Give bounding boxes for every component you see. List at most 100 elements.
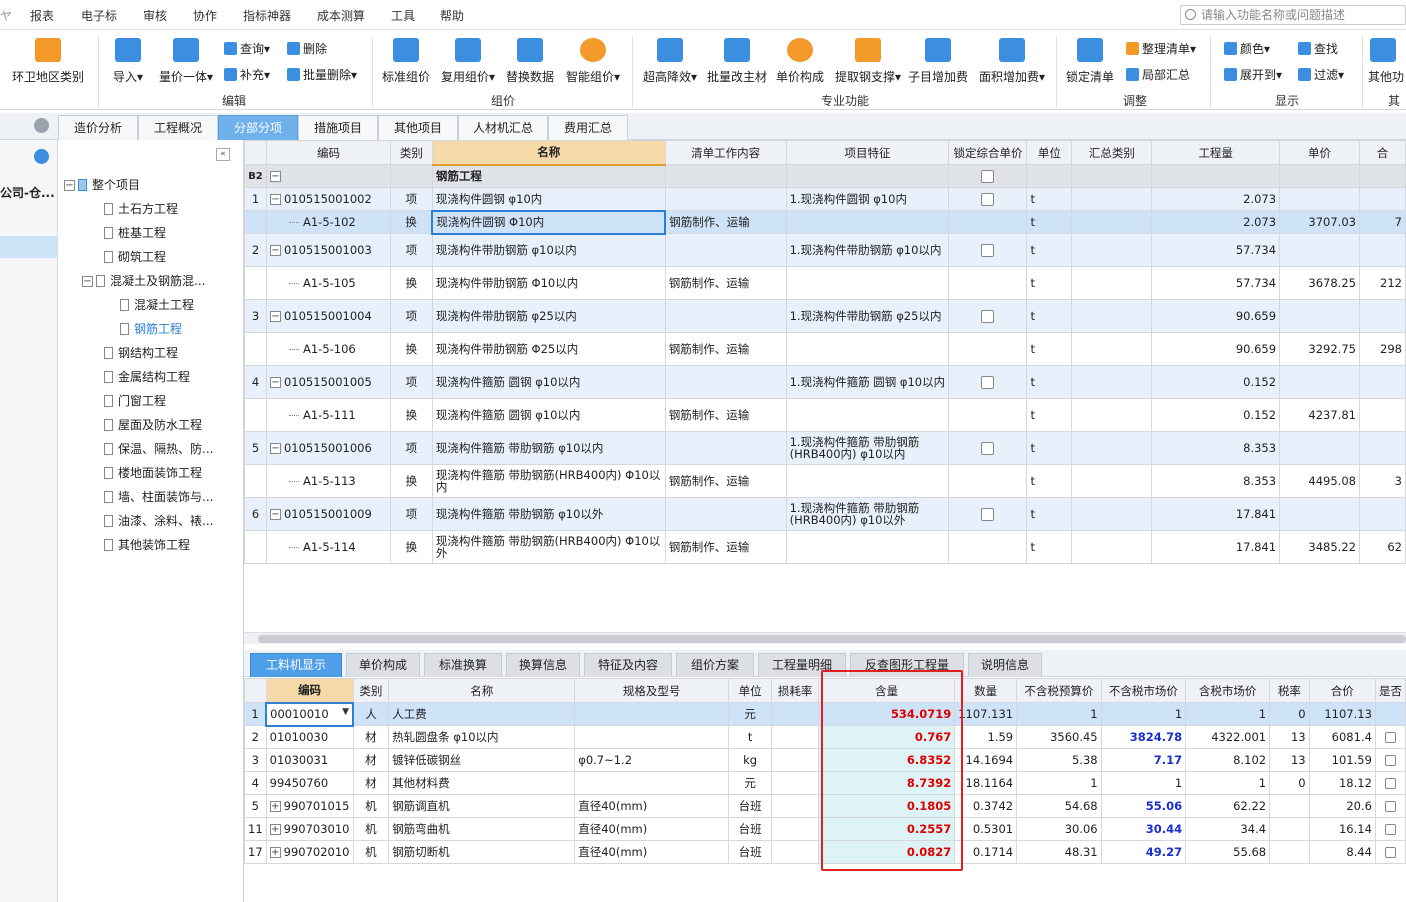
material-row[interactable]: 11 +990703010 机钢筋弯曲机 直径40(mm) 台班 0.2557 0.5301… bbox=[244, 817, 1406, 841]
unit-price-cell[interactable] bbox=[1279, 497, 1360, 531]
list-item-row[interactable]: 3−010515001004 项现浇构件带肋钢筋 φ25以内 1.现浇构件带肋钢筋 … bbox=[244, 299, 1406, 333]
pre-tax-market-cell[interactable]: 3824.78 bbox=[1100, 725, 1187, 749]
header-type[interactable]: 类别 bbox=[389, 140, 433, 165]
tree-item[interactable]: 金属结构工程 bbox=[104, 368, 190, 385]
summary-type-cell[interactable] bbox=[1071, 233, 1153, 267]
collapse-panel-button[interactable]: « bbox=[216, 148, 230, 161]
total-cell[interactable] bbox=[1358, 187, 1406, 211]
name-cell[interactable]: 现浇构件箍筋 带肋钢筋 φ10以外 bbox=[431, 497, 666, 531]
work-content-cell[interactable] bbox=[664, 187, 787, 211]
summary-type-cell[interactable] bbox=[1071, 299, 1153, 333]
lock-price-cell[interactable] bbox=[948, 233, 1028, 267]
unit-cell[interactable]: t bbox=[1026, 530, 1073, 564]
header-quantity[interactable]: 工程量 bbox=[1151, 140, 1281, 165]
header-total[interactable]: 合价 bbox=[1308, 678, 1376, 703]
header-lock-price[interactable]: 锁定综合单价 bbox=[948, 140, 1028, 165]
work-content-cell[interactable]: 钢筋制作、运输 bbox=[664, 530, 787, 564]
type-cell[interactable]: 项 bbox=[389, 497, 433, 531]
type-cell[interactable]: 机 bbox=[352, 840, 390, 864]
tab-quantity-detail[interactable]: 工程量明细 bbox=[758, 653, 846, 677]
total-cell[interactable] bbox=[1358, 497, 1406, 531]
total-cell[interactable]: 1107.13 bbox=[1308, 702, 1376, 726]
flag-checkbox[interactable] bbox=[1384, 732, 1396, 743]
menu-item-help[interactable]: 帮助 bbox=[440, 7, 464, 24]
replace-data-button[interactable]: 替换数据 bbox=[504, 38, 556, 85]
organize-list-button[interactable]: 整理清单▾ bbox=[1126, 40, 1196, 57]
pre-tax-market-cell[interactable]: 55.06 bbox=[1100, 794, 1187, 818]
total-cell[interactable]: 212 bbox=[1358, 266, 1406, 300]
tab-unit-composition[interactable]: 单价构成 bbox=[346, 653, 420, 677]
collapse-icon[interactable]: − bbox=[269, 311, 281, 322]
flag-checkbox[interactable] bbox=[1384, 824, 1396, 835]
header-code[interactable]: 编码 bbox=[265, 678, 354, 703]
menu-item-audit[interactable]: 审核 bbox=[143, 7, 167, 24]
list-item-row[interactable]: 4−010515001005 项现浇构件箍筋 圆钢 φ10以内 1.现浇构件箍筋 圆… bbox=[244, 365, 1406, 399]
area-add-fee-button[interactable]: 面积增加费▾ bbox=[976, 38, 1048, 85]
header-total[interactable]: 合 bbox=[1358, 140, 1406, 165]
material-row[interactable]: 17 +990702010 机钢筋切断机 直径40(mm) 台班 0.0827 0.1714… bbox=[244, 840, 1406, 864]
tax-market-cell[interactable]: 4322.001 bbox=[1185, 725, 1271, 749]
summary-type-cell[interactable] bbox=[1071, 431, 1153, 465]
tree-item[interactable]: 墙、柱面装饰与... bbox=[104, 488, 213, 505]
tax-market-cell[interactable]: 55.68 bbox=[1185, 840, 1271, 864]
tax-market-cell[interactable]: 34.4 bbox=[1185, 817, 1271, 841]
lock-price-cell[interactable] bbox=[948, 431, 1028, 465]
tree-root[interactable]: − 整个项目 bbox=[64, 176, 140, 193]
tree-item[interactable]: 楼地面装饰工程 bbox=[104, 464, 202, 481]
material-row[interactable]: 5 +990701015 机钢筋调直机 直径40(mm) 台班 0.1805 0.3742 5… bbox=[244, 794, 1406, 818]
code-cell[interactable]: 01010030 bbox=[265, 725, 354, 749]
type-cell[interactable]: 项 bbox=[389, 233, 433, 267]
tax-rate-cell[interactable]: 13 bbox=[1269, 748, 1310, 772]
lock-checkbox[interactable] bbox=[981, 244, 995, 257]
quantity-cell[interactable]: 18.1164 bbox=[954, 771, 1018, 795]
feature-cell[interactable]: 1.现浇构件圆钢 φ10内 bbox=[785, 187, 950, 211]
code-cell[interactable]: A1-5-111 bbox=[265, 398, 391, 432]
quantity-cell[interactable]: 90.659 bbox=[1151, 299, 1281, 333]
menu-item-cost-calc[interactable]: 成本测算 bbox=[317, 7, 365, 24]
search-input[interactable]: 请输入功能名称或问题描述 bbox=[1180, 5, 1406, 25]
work-content-cell[interactable] bbox=[664, 497, 787, 531]
tab-conversion-info[interactable]: 换算信息 bbox=[506, 653, 580, 677]
content-cell[interactable]: 0.767 bbox=[817, 725, 956, 749]
tree-item[interactable]: 保温、隔热、防... bbox=[104, 440, 213, 457]
subitem-add-fee-button[interactable]: 子目增加费 bbox=[906, 38, 970, 85]
feature-cell[interactable] bbox=[785, 210, 950, 234]
tax-rate-cell[interactable] bbox=[1269, 817, 1310, 841]
pre-tax-market-cell[interactable]: 1 bbox=[1100, 771, 1187, 795]
name-cell[interactable]: 现浇构件圆钢 φ10内 bbox=[431, 187, 666, 211]
region-category-button[interactable]: 环卫地区类别 bbox=[8, 38, 88, 85]
query-button[interactable]: 查询▾ bbox=[224, 40, 270, 57]
name-cell[interactable]: 现浇构件带肋钢筋 φ25以内 bbox=[431, 299, 666, 333]
dropdown-arrow-icon[interactable]: ▼ bbox=[342, 707, 349, 717]
supplement-button[interactable]: 补充▾ bbox=[224, 66, 270, 83]
list-item-row[interactable]: 1−010515001002 项现浇构件圆钢 φ10内 1.现浇构件圆钢 φ10内 t… bbox=[244, 187, 1406, 211]
unit-cell[interactable]: 台班 bbox=[727, 817, 773, 841]
horizontal-scrollbar[interactable] bbox=[244, 632, 1406, 644]
reuse-group-price-button[interactable]: 复用组价▾ bbox=[440, 38, 496, 85]
material-row[interactable]: 3 01030031 材镀锌低碳钢丝 φ0.7~1.2 kg 6.8352 14.1694 5… bbox=[244, 748, 1406, 772]
header-unit[interactable]: 单位 bbox=[1026, 140, 1073, 165]
unit-price-cell[interactable]: 3678.25 bbox=[1279, 266, 1360, 300]
tab-reverse-graphic-quantity[interactable]: 反查图形工程量 bbox=[850, 653, 964, 677]
lock-checkbox[interactable] bbox=[981, 170, 995, 183]
name-cell[interactable]: 钢筋切断机 bbox=[388, 840, 576, 864]
name-cell[interactable]: 热轧圆盘条 φ10以内 bbox=[388, 725, 576, 749]
code-cell[interactable]: 00010010 ▼ bbox=[265, 701, 354, 727]
flag-cell[interactable] bbox=[1374, 725, 1406, 749]
unit-cell[interactable]: 元 bbox=[727, 702, 773, 726]
unit-price-cell[interactable]: 3292.75 bbox=[1279, 332, 1360, 366]
collapse-icon[interactable]: − bbox=[269, 171, 281, 182]
type-cell[interactable]: 换 bbox=[389, 464, 433, 498]
summary-type-cell[interactable] bbox=[1071, 464, 1153, 498]
name-cell[interactable]: 其他材料费 bbox=[388, 771, 576, 795]
unit-cell[interactable]: t bbox=[1026, 398, 1073, 432]
total-cell[interactable]: 6081.4 bbox=[1308, 725, 1376, 749]
quantity-cell[interactable]: 0.5301 bbox=[954, 817, 1018, 841]
unit-price-cell[interactable]: 4495.08 bbox=[1279, 464, 1360, 498]
tax-rate-cell[interactable]: 13 bbox=[1269, 725, 1310, 749]
quantity-cell[interactable]: 0.152 bbox=[1151, 398, 1281, 432]
tab-standard-conversion[interactable]: 标准换算 bbox=[424, 653, 502, 677]
spec-cell[interactable] bbox=[574, 771, 729, 795]
lock-price-cell[interactable] bbox=[948, 530, 1028, 564]
unit-composition-button[interactable]: 单价构成 bbox=[774, 38, 826, 85]
